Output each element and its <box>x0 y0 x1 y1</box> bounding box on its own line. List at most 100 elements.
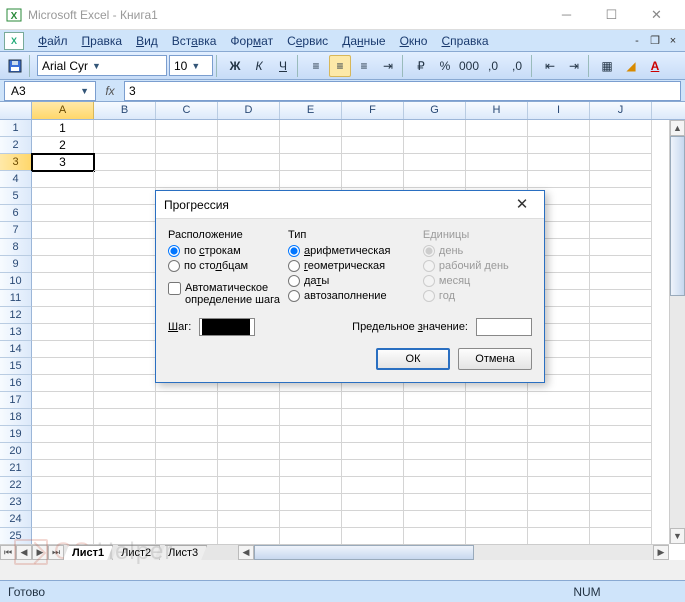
cell-H2[interactable] <box>466 137 528 154</box>
cell-B3[interactable] <box>94 154 156 171</box>
cell-A24[interactable] <box>32 511 94 528</box>
cell-B4[interactable] <box>94 171 156 188</box>
column-header-C[interactable]: C <box>156 102 218 119</box>
cell-J11[interactable] <box>590 290 652 307</box>
mdi-minimize-button[interactable]: - <box>629 34 645 48</box>
cell-B1[interactable] <box>94 120 156 137</box>
increase-indent-button[interactable]: ⇥ <box>563 55 585 77</box>
cell-J25[interactable] <box>590 528 652 544</box>
cell-B15[interactable] <box>94 358 156 375</box>
decrease-decimal-button[interactable]: ,0 <box>506 55 528 77</box>
cell-G1[interactable] <box>404 120 466 137</box>
cell-D19[interactable] <box>218 426 280 443</box>
cell-B24[interactable] <box>94 511 156 528</box>
cell-C23[interactable] <box>156 494 218 511</box>
cell-B22[interactable] <box>94 477 156 494</box>
sheet-tab-1[interactable]: Лист1 <box>63 545 113 560</box>
row-header-18[interactable]: 18 <box>0 409 32 426</box>
cell-H22[interactable] <box>466 477 528 494</box>
name-box[interactable]: A3▼ <box>4 81 96 101</box>
cell-I18[interactable] <box>528 409 590 426</box>
cell-C1[interactable] <box>156 120 218 137</box>
column-header-H[interactable]: H <box>466 102 528 119</box>
cell-I1[interactable] <box>528 120 590 137</box>
menu-insert[interactable]: Вставка <box>166 32 223 50</box>
cell-J1[interactable] <box>590 120 652 137</box>
currency-button[interactable]: ₽ <box>410 55 432 77</box>
cell-I19[interactable] <box>528 426 590 443</box>
column-header-J[interactable]: J <box>590 102 652 119</box>
menu-window[interactable]: Окно <box>394 32 434 50</box>
vertical-scroll-thumb[interactable] <box>670 136 685 296</box>
row-header-19[interactable]: 19 <box>0 426 32 443</box>
cell-J13[interactable] <box>590 324 652 341</box>
cell-J18[interactable] <box>590 409 652 426</box>
row-header-23[interactable]: 23 <box>0 494 32 511</box>
cell-H20[interactable] <box>466 443 528 460</box>
cell-E23[interactable] <box>280 494 342 511</box>
cell-H4[interactable] <box>466 171 528 188</box>
cell-D24[interactable] <box>218 511 280 528</box>
cell-B11[interactable] <box>94 290 156 307</box>
cell-G4[interactable] <box>404 171 466 188</box>
cell-C22[interactable] <box>156 477 218 494</box>
cell-H23[interactable] <box>466 494 528 511</box>
cell-A1[interactable]: 1 <box>32 120 94 137</box>
menu-help[interactable]: Справка <box>435 32 494 50</box>
cell-B10[interactable] <box>94 273 156 290</box>
row-header-9[interactable]: 9 <box>0 256 32 273</box>
cell-F23[interactable] <box>342 494 404 511</box>
cell-I24[interactable] <box>528 511 590 528</box>
cell-A7[interactable] <box>32 222 94 239</box>
cell-B2[interactable] <box>94 137 156 154</box>
dialog-titlebar[interactable]: Прогрессия ✕ <box>156 191 544 219</box>
cell-J4[interactable] <box>590 171 652 188</box>
cell-A4[interactable] <box>32 171 94 188</box>
cell-A10[interactable] <box>32 273 94 290</box>
cell-J2[interactable] <box>590 137 652 154</box>
row-header-21[interactable]: 21 <box>0 460 32 477</box>
cell-A9[interactable] <box>32 256 94 273</box>
cell-F4[interactable] <box>342 171 404 188</box>
cell-A12[interactable] <box>32 307 94 324</box>
cell-A8[interactable] <box>32 239 94 256</box>
row-header-22[interactable]: 22 <box>0 477 32 494</box>
row-header-2[interactable]: 2 <box>0 137 32 154</box>
radio-cols[interactable] <box>168 260 180 272</box>
cell-C21[interactable] <box>156 460 218 477</box>
cell-F17[interactable] <box>342 392 404 409</box>
cell-C24[interactable] <box>156 511 218 528</box>
row-header-15[interactable]: 15 <box>0 358 32 375</box>
column-header-D[interactable]: D <box>218 102 280 119</box>
row-header-4[interactable]: 4 <box>0 171 32 188</box>
cell-A2[interactable]: 2 <box>32 137 94 154</box>
cell-H17[interactable] <box>466 392 528 409</box>
horizontal-scrollbar[interactable]: ◀ ▶ <box>238 544 669 560</box>
cell-D21[interactable] <box>218 460 280 477</box>
cell-H19[interactable] <box>466 426 528 443</box>
cell-J20[interactable] <box>590 443 652 460</box>
cell-B12[interactable] <box>94 307 156 324</box>
cell-G24[interactable] <box>404 511 466 528</box>
cell-J9[interactable] <box>590 256 652 273</box>
cell-C4[interactable] <box>156 171 218 188</box>
cell-J22[interactable] <box>590 477 652 494</box>
cell-H18[interactable] <box>466 409 528 426</box>
cell-I22[interactable] <box>528 477 590 494</box>
cell-E22[interactable] <box>280 477 342 494</box>
cell-B9[interactable] <box>94 256 156 273</box>
cell-H1[interactable] <box>466 120 528 137</box>
cell-A11[interactable] <box>32 290 94 307</box>
borders-button[interactable]: ▦ <box>596 55 618 77</box>
row-header-3[interactable]: 3 <box>0 154 32 171</box>
cell-A19[interactable] <box>32 426 94 443</box>
maximize-button[interactable]: ☐ <box>589 0 634 30</box>
cell-G22[interactable] <box>404 477 466 494</box>
percent-button[interactable]: % <box>434 55 456 77</box>
cell-D25[interactable] <box>218 528 280 544</box>
column-header-E[interactable]: E <box>280 102 342 119</box>
cell-E19[interactable] <box>280 426 342 443</box>
cell-H24[interactable] <box>466 511 528 528</box>
close-button[interactable]: ✕ <box>634 0 679 30</box>
cell-D1[interactable] <box>218 120 280 137</box>
